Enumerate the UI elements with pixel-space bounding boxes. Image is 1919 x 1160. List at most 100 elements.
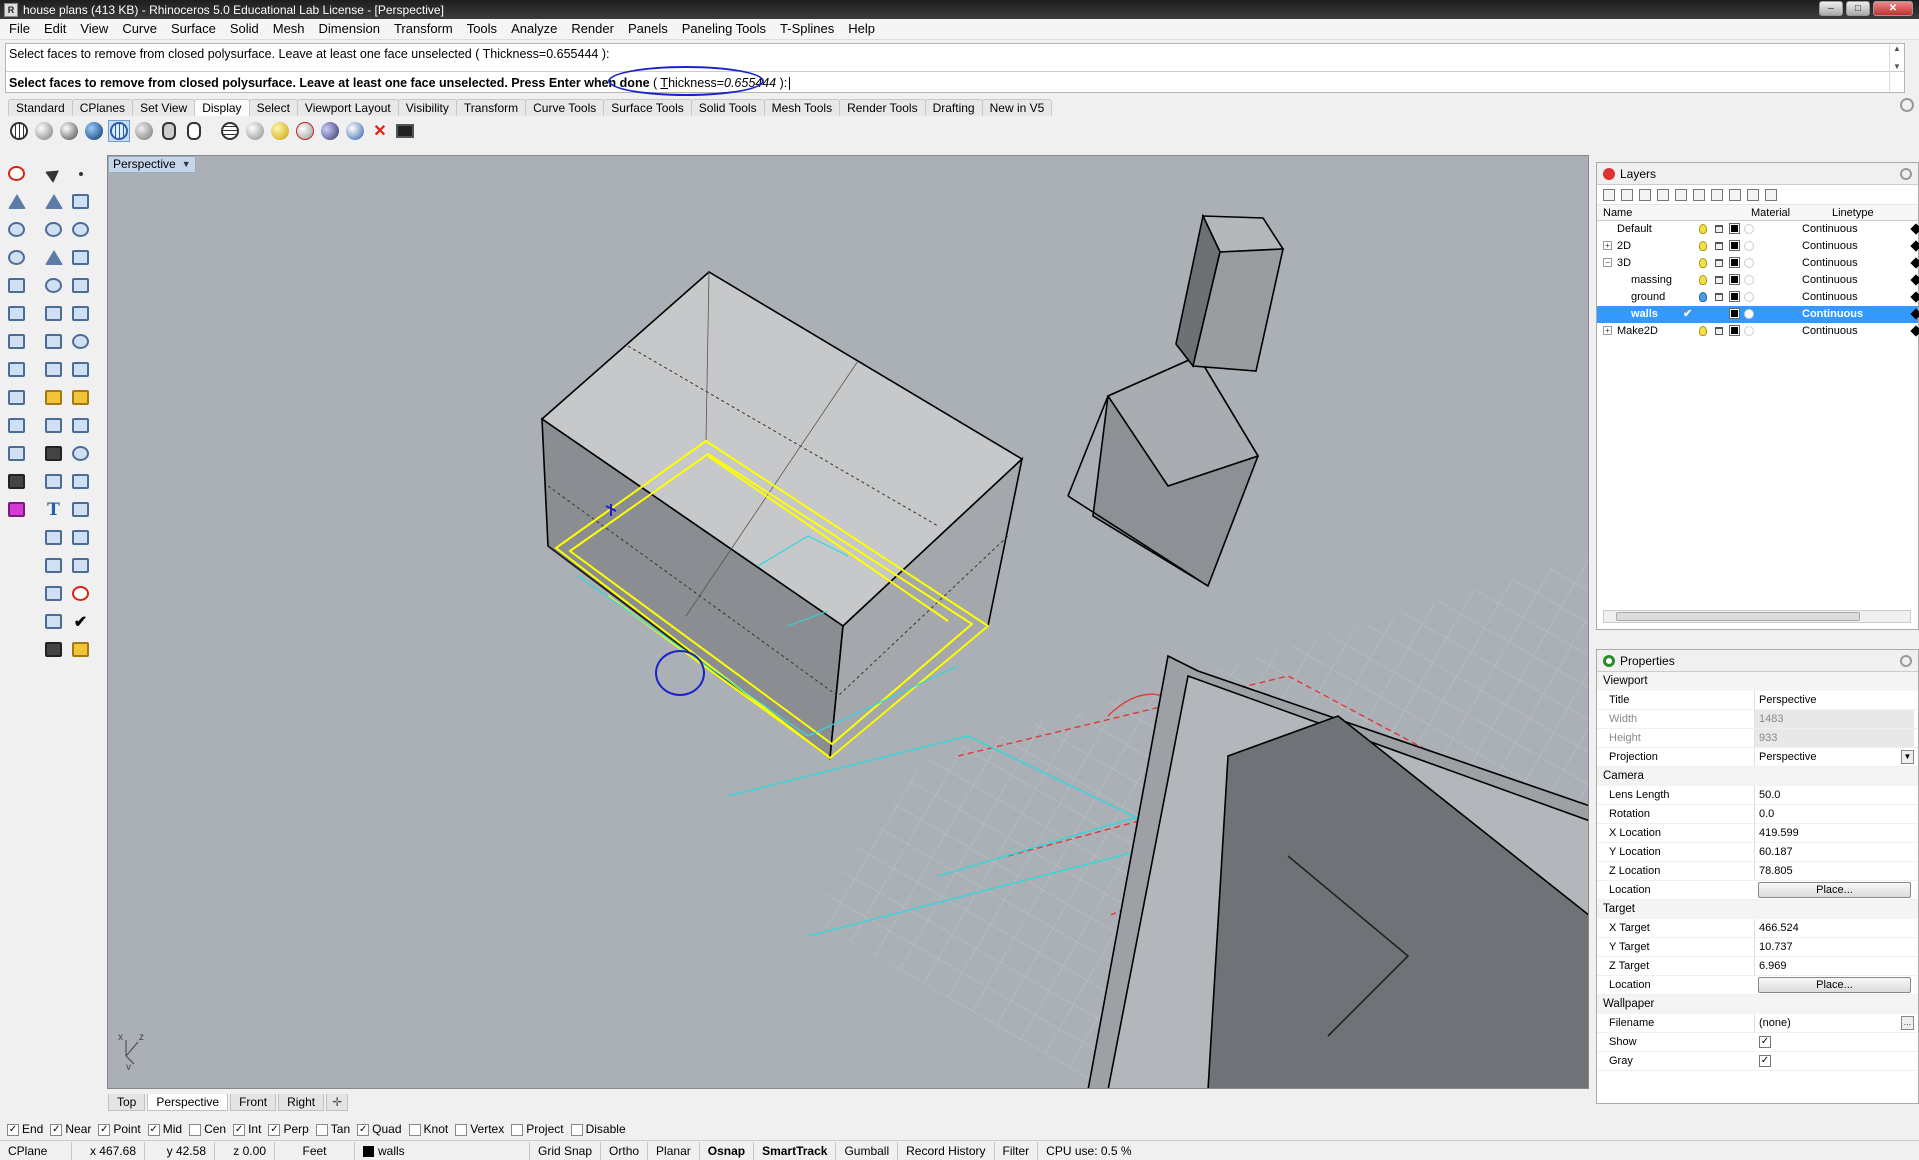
layer-print-color-icon[interactable]: [1910, 240, 1919, 252]
osnap-checkbox[interactable]: ✓: [268, 1123, 281, 1136]
layer-visibility-bulb-icon[interactable]: [1699, 292, 1707, 302]
layer-material-icon[interactable]: [1744, 241, 1754, 251]
layer-expander-icon[interactable]: +: [1603, 241, 1612, 250]
status-osnap[interactable]: Osnap: [700, 1141, 755, 1160]
tab-solid-tools[interactable]: Solid Tools: [690, 99, 765, 116]
layer-name[interactable]: ground: [1631, 291, 1665, 303]
menu-dimension[interactable]: Dimension: [312, 19, 387, 39]
status-filter[interactable]: Filter: [995, 1141, 1039, 1160]
prop-x-target[interactable]: X Target 466.524: [1597, 919, 1918, 938]
layer-linetype[interactable]: Continuous: [1802, 240, 1858, 252]
layer-linetype[interactable]: Continuous: [1802, 274, 1858, 286]
curve-icon[interactable]: [67, 188, 94, 215]
osnap-point[interactable]: ✓ Point: [98, 1122, 141, 1136]
hatch-icon[interactable]: [67, 552, 94, 579]
explode-icon[interactable]: [67, 440, 94, 467]
fillet-icon[interactable]: [40, 468, 67, 495]
wireframe-icon[interactable]: [8, 120, 30, 142]
menu-tools[interactable]: Tools: [460, 19, 504, 39]
rendered-icon[interactable]: [58, 120, 80, 142]
layer-linetype[interactable]: Continuous: [1802, 325, 1858, 337]
status-grid-snap[interactable]: Grid Snap: [530, 1141, 602, 1160]
point-icon[interactable]: [67, 160, 94, 187]
viewport-tab-right[interactable]: Right: [278, 1094, 325, 1111]
monitor-icon[interactable]: [394, 120, 416, 142]
status-smarttrack[interactable]: SmartTrack: [754, 1141, 837, 1160]
layer-visibility-bulb-icon[interactable]: [1699, 258, 1707, 268]
solid-box-icon[interactable]: [40, 328, 67, 355]
tab-curve-tools[interactable]: Curve Tools: [525, 99, 605, 116]
column-material[interactable]: Material: [1751, 207, 1790, 219]
surface-loft-icon[interactable]: [67, 300, 94, 327]
layer-linetype[interactable]: Continuous: [1802, 223, 1858, 235]
osnap-checkbox[interactable]: ✓: [98, 1123, 111, 1136]
osnap-checkbox[interactable]: ✓: [50, 1123, 63, 1136]
tab-drafting[interactable]: Drafting: [924, 99, 983, 116]
prop-y-target[interactable]: Y Target 10.737: [1597, 938, 1918, 957]
osnap-checkbox[interactable]: [570, 1123, 583, 1136]
prop-x-location[interactable]: X Location 419.599: [1597, 824, 1918, 843]
layer-material-icon[interactable]: [1744, 292, 1754, 302]
minimize-button[interactable]: –: [1819, 1, 1843, 16]
layer-visibility-bulb-icon[interactable]: [1699, 241, 1707, 251]
prop-y-location[interactable]: Y Location 60.187: [1597, 843, 1918, 862]
split-icon[interactable]: [67, 412, 94, 439]
layer-name[interactable]: 3D: [1617, 257, 1631, 269]
ghosted-icon[interactable]: [108, 120, 130, 142]
osnap-end[interactable]: ✓ End: [7, 1122, 43, 1136]
layer-visibility-bulb-icon[interactable]: [1699, 275, 1707, 285]
rendered-blue-icon[interactable]: [83, 120, 105, 142]
menu-t-splines[interactable]: T-Splines: [773, 19, 841, 39]
menu-analyze[interactable]: Analyze: [504, 19, 564, 39]
array-icon[interactable]: [40, 524, 67, 551]
viewport-title[interactable]: Perspective ▼: [108, 156, 196, 173]
tab-display[interactable]: Display: [194, 99, 250, 116]
menu-render[interactable]: Render: [564, 19, 621, 39]
command-prompt[interactable]: Select faces to remove from closed polys…: [6, 71, 1904, 92]
new-sublayer-icon[interactable]: [1621, 188, 1633, 201]
osnap-checkbox[interactable]: ✓: [7, 1123, 19, 1136]
layer-visibility-bulb-icon[interactable]: [1699, 326, 1707, 336]
layer-row-walls[interactable]: walls ✔ Continuous: [1597, 306, 1919, 323]
osnap-int[interactable]: ✓ Int: [233, 1122, 261, 1136]
prop-z-location[interactable]: Z Location 78.805: [1597, 862, 1918, 881]
tab-visibility[interactable]: Visibility: [397, 99, 457, 116]
circle-icon[interactable]: [40, 216, 67, 243]
render-camera-icon[interactable]: [40, 636, 67, 663]
layer-lock-icon[interactable]: [1715, 242, 1723, 250]
gear-mesh-icon[interactable]: [40, 384, 67, 411]
osnap-checkbox[interactable]: [455, 1123, 468, 1136]
status-layer[interactable]: walls: [355, 1141, 530, 1160]
menu-view[interactable]: View: [73, 19, 115, 39]
rectangle-icon[interactable]: [67, 244, 94, 271]
layer-color-swatch[interactable]: [1729, 308, 1740, 319]
layer-lock-icon[interactable]: [1715, 276, 1723, 284]
viewport-tab-top[interactable]: Top: [108, 1094, 146, 1111]
prop-lens-length[interactable]: Lens Length 50.0: [1597, 786, 1918, 805]
status-cplane[interactable]: CPlane: [0, 1141, 72, 1160]
properties-options-gear-icon[interactable]: [1900, 654, 1912, 667]
layer-material-icon[interactable]: [1744, 224, 1754, 234]
stop-icon[interactable]: [3, 160, 30, 187]
menu-transform[interactable]: Transform: [387, 19, 460, 39]
select-arrow-icon[interactable]: [40, 160, 67, 187]
globe-icon[interactable]: [3, 216, 30, 243]
scroll-thumb[interactable]: [1616, 612, 1860, 621]
layers-horizontal-scrollbar[interactable]: [1603, 610, 1911, 623]
osnap-checkbox[interactable]: [511, 1123, 524, 1136]
sphere-gray-icon[interactable]: [244, 120, 266, 142]
box-solid-icon[interactable]: [3, 328, 30, 355]
layer-print-color-icon[interactable]: [1910, 274, 1919, 286]
point-cloud-icon[interactable]: [3, 244, 30, 271]
layer-lock-icon[interactable]: [1715, 327, 1723, 335]
box-extract-icon[interactable]: [3, 356, 30, 383]
osnap-checkbox[interactable]: ✓: [147, 1123, 160, 1136]
new-layer-icon[interactable]: [1603, 188, 1615, 201]
osnap-vertex[interactable]: Vertex: [455, 1122, 504, 1136]
material-icon[interactable]: [67, 636, 94, 663]
menu-paneling-tools[interactable]: Paneling Tools: [675, 19, 773, 39]
tools-icon[interactable]: [1747, 188, 1759, 201]
layer-row-2d[interactable]: +2D Continuous: [1597, 238, 1919, 255]
mirror-icon[interactable]: [67, 524, 94, 551]
layer-row-default[interactable]: Default Continuous: [1597, 221, 1919, 238]
